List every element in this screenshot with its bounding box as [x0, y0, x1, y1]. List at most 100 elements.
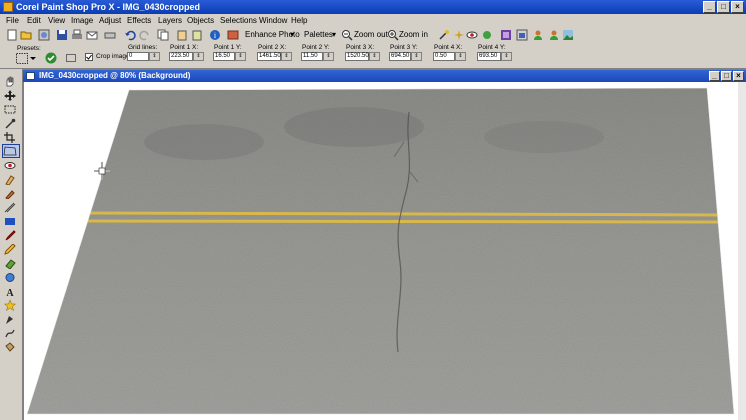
image-icon[interactable]: [500, 29, 512, 41]
point2y-spinner[interactable]: ⇕: [323, 52, 334, 61]
zoom-out-icon[interactable]: [341, 29, 353, 41]
menu-window[interactable]: Window: [259, 14, 287, 27]
crop-tool-icon[interactable]: [4, 132, 16, 143]
minimize-button[interactable]: _: [703, 1, 716, 13]
crop-image-label: Crop image: [96, 53, 130, 60]
reset-icon[interactable]: [66, 54, 76, 62]
point3y-field[interactable]: 694.50: [389, 52, 411, 61]
picture-tube-icon[interactable]: [4, 272, 16, 283]
undo-icon[interactable]: [124, 29, 136, 41]
enhance-photo-dropdown-icon[interactable]: ▾: [290, 30, 294, 39]
pan-hand-icon[interactable]: [4, 76, 16, 87]
grid-lines-spinner[interactable]: ⇕: [149, 52, 160, 61]
browse-icon[interactable]: [38, 29, 50, 41]
point3x-field[interactable]: 1520.50: [345, 52, 369, 61]
selection-tool-icon[interactable]: [4, 104, 16, 115]
red-eye-tool-icon[interactable]: [4, 160, 16, 171]
new-file-icon[interactable]: [6, 29, 18, 41]
perspective-handle-cursor[interactable]: [94, 162, 110, 180]
perspective-correction-tool-icon[interactable]: [2, 144, 20, 158]
menu-selections[interactable]: Selections: [220, 14, 257, 27]
document-title: IMG_0430cropped @ 80% (Background): [39, 71, 191, 80]
palettes-menu[interactable]: Palettes: [304, 30, 333, 39]
layer-icon[interactable]: [516, 29, 528, 41]
point2y-field[interactable]: 11.50: [301, 52, 323, 61]
window-controls: _ □ ×: [703, 1, 744, 13]
grid-lines-field[interactable]: 0: [127, 52, 149, 61]
landscape-icon[interactable]: [562, 29, 574, 41]
copy-icon[interactable]: [157, 29, 169, 41]
menu-image[interactable]: Image: [71, 14, 93, 27]
point2x-spinner[interactable]: ⇕: [281, 52, 292, 61]
eraser-tool-icon[interactable]: [4, 258, 16, 269]
zoom-in-label[interactable]: Zoom in: [399, 30, 428, 39]
paste-as-new-icon[interactable]: [176, 29, 188, 41]
crop-image-checkbox[interactable]: [85, 53, 93, 61]
person-green-icon[interactable]: [532, 29, 544, 41]
paint-brush-icon[interactable]: [4, 230, 16, 241]
clone-icon[interactable]: [481, 29, 493, 41]
enhance-photo-icon[interactable]: [227, 29, 239, 41]
person-orange-icon[interactable]: [548, 29, 560, 41]
clone-brush-icon[interactable]: [4, 188, 16, 199]
red-eye-icon[interactable]: [466, 29, 478, 41]
point2y-label: Point 2 Y:: [302, 44, 330, 51]
point3x-label: Point 3 X:: [346, 44, 375, 51]
text-tool-icon[interactable]: A: [4, 286, 16, 297]
menu-help[interactable]: Help: [291, 14, 307, 27]
point4x-spinner[interactable]: ⇕: [455, 52, 466, 61]
sparkle-icon[interactable]: [453, 29, 465, 41]
scratch-remover-icon[interactable]: [4, 202, 16, 213]
menu-edit[interactable]: Edit: [27, 14, 41, 27]
menu-view[interactable]: View: [48, 14, 65, 27]
open-folder-icon[interactable]: [20, 29, 32, 41]
point1x-spinner[interactable]: ⇕: [193, 52, 204, 61]
menu-effects[interactable]: Effects: [127, 14, 151, 27]
palettes-dropdown-icon[interactable]: ▾: [332, 30, 336, 39]
preset-shape-icon[interactable]: [4, 300, 16, 311]
menu-layers[interactable]: Layers: [158, 14, 182, 27]
paste-icon[interactable]: [191, 29, 203, 41]
email-icon[interactable]: [86, 29, 98, 41]
doc-minimize-button[interactable]: _: [709, 71, 720, 81]
menu-objects[interactable]: Objects: [187, 14, 214, 27]
svg-text:A: A: [6, 288, 14, 297]
move-tool-icon[interactable]: [4, 90, 16, 101]
makeover-tool-icon[interactable]: [4, 174, 16, 185]
warp-brush-icon[interactable]: [4, 328, 16, 339]
point4y-spinner[interactable]: ⇕: [501, 52, 512, 61]
print-icon[interactable]: [71, 29, 83, 41]
doc-maximize-button[interactable]: □: [721, 71, 732, 81]
app-title-bar: Corel Paint Shop Pro X - IMG_0430cropped…: [0, 0, 746, 14]
point4y-field[interactable]: 693.50: [477, 52, 501, 61]
point1y-spinner[interactable]: ⇕: [235, 52, 246, 61]
apply-check-icon[interactable]: [45, 52, 57, 64]
point3y-spinner[interactable]: ⇕: [411, 52, 422, 61]
magic-wand-icon[interactable]: [438, 29, 450, 41]
info-icon[interactable]: i: [209, 29, 221, 41]
zoom-in-icon[interactable]: [387, 29, 399, 41]
zoom-out-label[interactable]: Zoom out: [354, 30, 388, 39]
redo-icon[interactable]: [139, 29, 151, 41]
presets-label: Presets:: [17, 45, 41, 52]
point3x-spinner[interactable]: ⇕: [369, 52, 380, 61]
presets-dropdown[interactable]: [16, 53, 36, 64]
pen-tool-icon[interactable]: [4, 314, 16, 325]
close-button[interactable]: ×: [731, 1, 744, 13]
point4x-field[interactable]: 0.50: [433, 52, 455, 61]
dodge-tool-icon[interactable]: [4, 216, 16, 227]
menu-adjust[interactable]: Adjust: [99, 14, 121, 27]
point1x-field[interactable]: 223.50: [169, 52, 193, 61]
point4y-label: Point 4 Y:: [478, 44, 506, 51]
scan-icon[interactable]: [104, 29, 116, 41]
maximize-button[interactable]: □: [717, 1, 730, 13]
pencil-tool-icon[interactable]: [4, 244, 16, 255]
point1y-field[interactable]: 16.50: [213, 52, 235, 61]
dropper-tool-icon[interactable]: [4, 118, 16, 129]
road-photo[interactable]: [24, 82, 742, 420]
save-icon[interactable]: [56, 29, 68, 41]
flood-fill-icon[interactable]: [4, 342, 16, 353]
menu-file[interactable]: File: [6, 14, 19, 27]
doc-close-button[interactable]: ×: [733, 71, 744, 81]
point2x-field[interactable]: 1461.50: [257, 52, 281, 61]
